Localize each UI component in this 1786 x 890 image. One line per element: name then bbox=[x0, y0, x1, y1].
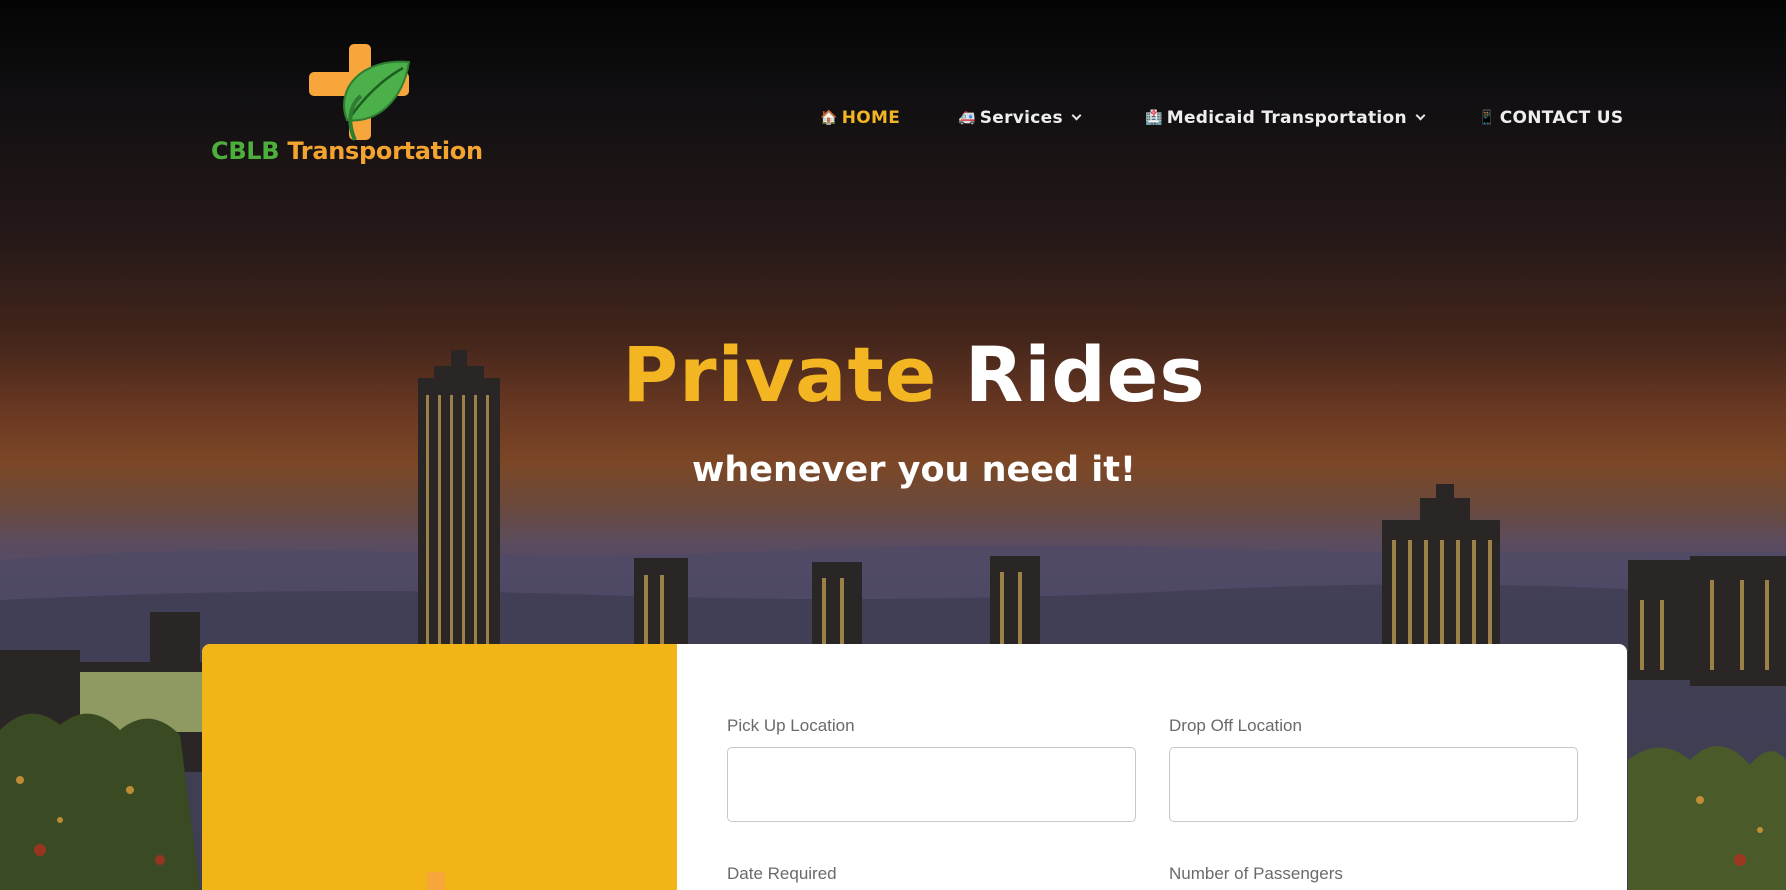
ambulance-icon: 🚑 bbox=[958, 110, 976, 126]
hero-subtitle: whenever you need it! bbox=[692, 450, 1136, 490]
chevron-down-icon bbox=[1071, 110, 1082, 121]
pickup-location-input[interactable] bbox=[727, 747, 1136, 822]
booking-form-side-panel bbox=[202, 644, 677, 890]
nav-contact-label: CONTACT US bbox=[1499, 108, 1624, 128]
nav-home-link[interactable]: 🏠 HOME bbox=[820, 106, 900, 130]
medical-cross-leaf-icon bbox=[309, 44, 411, 141]
nav-contact-link[interactable]: 📱 CONTACT US bbox=[1478, 106, 1623, 130]
nav-medicaid-menu[interactable]: 🏥 Medicaid Transportation bbox=[1145, 106, 1426, 130]
nav-home-label: HOME bbox=[841, 108, 901, 128]
dropoff-location-label: Drop Off Location bbox=[1169, 716, 1302, 735]
chevron-down-icon bbox=[1415, 110, 1426, 121]
panel-logo-icon bbox=[427, 872, 445, 890]
hero-title: Private Rides bbox=[622, 330, 1206, 419]
hospital-icon: 🏥 bbox=[1145, 110, 1163, 126]
phone-icon: 📱 bbox=[1478, 110, 1496, 126]
dropoff-location-input[interactable] bbox=[1169, 747, 1578, 822]
booking-form-card: Pick Up Location Drop Off Location Date … bbox=[202, 644, 1627, 890]
nav-services-menu[interactable]: 🚑 Services bbox=[958, 106, 1082, 130]
nav-services-label: Services bbox=[979, 108, 1063, 128]
nav-medicaid-label: Medicaid Transportation bbox=[1166, 108, 1407, 128]
pickup-location-label: Pick Up Location bbox=[727, 716, 855, 735]
brand-name: CBLB Transportation bbox=[211, 137, 483, 165]
home-icon: 🏠 bbox=[820, 110, 838, 126]
date-required-label: Date Required bbox=[727, 864, 837, 883]
brand-logo[interactable]: CBLB Transportation bbox=[205, 40, 515, 175]
passengers-label: Number of Passengers bbox=[1169, 864, 1343, 883]
hero-section: CBLB Transportation 🏠 HOME 🚑 Services 🏥 … bbox=[0, 0, 1786, 890]
